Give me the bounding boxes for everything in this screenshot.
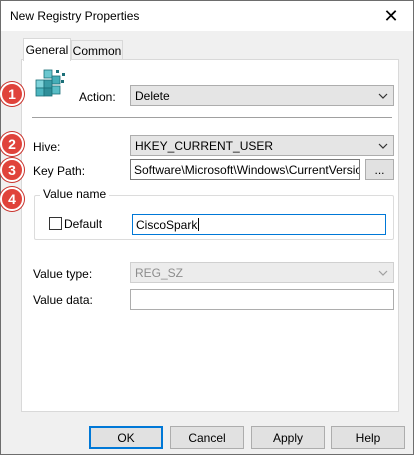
title-bar: New Registry Properties ✕: [1, 1, 413, 31]
annotation-badge-4: 4: [0, 187, 24, 211]
hive-dropdown[interactable]: HKEY_CURRENT_USER: [130, 135, 394, 156]
cancel-button[interactable]: Cancel: [170, 426, 244, 449]
value-name-field[interactable]: CiscoSpark: [132, 214, 386, 235]
chevron-down-icon: [378, 143, 388, 149]
value-type-label: Value type:: [33, 267, 93, 281]
value-data-field[interactable]: [130, 289, 394, 310]
section-divider: [32, 117, 392, 118]
hive-label: Hive:: [33, 140, 61, 154]
tab-common[interactable]: Common: [71, 40, 123, 61]
chevron-down-icon: [378, 270, 388, 276]
browse-key-button[interactable]: ...: [365, 159, 394, 180]
text-caret: [198, 218, 200, 231]
action-dropdown-value: Delete: [135, 88, 170, 103]
value-data-label: Value data:: [33, 293, 93, 307]
key-path-field[interactable]: Software\Microsoft\Windows\CurrentVersio…: [130, 159, 360, 180]
value-type-dropdown-value: REG_SZ: [135, 265, 184, 280]
action-label: Action:: [79, 90, 116, 104]
default-checkbox[interactable]: [49, 217, 62, 230]
key-path-label: Key Path:: [33, 164, 86, 178]
default-checkbox-label: Default: [64, 217, 103, 231]
chevron-down-icon: [378, 93, 388, 99]
annotation-badge-2: 2: [0, 132, 24, 156]
value-type-dropdown: REG_SZ: [130, 262, 394, 283]
ok-button[interactable]: OK: [89, 426, 163, 449]
help-button[interactable]: Help: [331, 426, 405, 449]
action-dropdown[interactable]: Delete: [130, 85, 394, 106]
tab-common-label: Common: [72, 44, 122, 58]
general-tab-panel: Action: Delete Hive: HKEY_CURRENT_USER K…: [21, 59, 399, 412]
close-icon[interactable]: ✕: [369, 1, 413, 31]
annotation-badge-3: 3: [0, 158, 24, 182]
registry-properties-dialog: New Registry Properties ✕ General Common: [0, 0, 414, 455]
window-title: New Registry Properties: [10, 9, 140, 23]
hive-dropdown-value: HKEY_CURRENT_USER: [135, 138, 274, 153]
registry-cubes-icon: [34, 68, 68, 100]
tab-general[interactable]: General: [23, 38, 71, 61]
apply-button[interactable]: Apply: [251, 426, 325, 449]
value-name-group-title: Value name: [40, 187, 110, 201]
annotation-badge-1: 1: [0, 82, 24, 106]
tab-general-label: General: [25, 43, 69, 57]
value-name-text: CiscoSpark: [136, 217, 198, 232]
